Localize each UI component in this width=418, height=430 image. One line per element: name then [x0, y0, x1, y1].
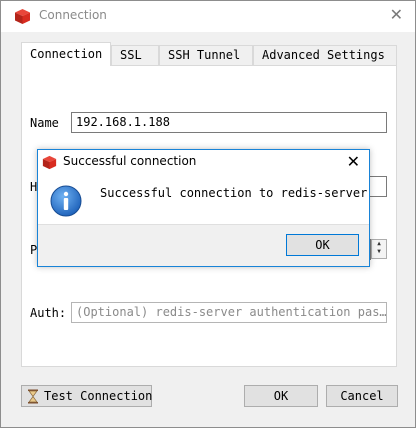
dialog-title: Successful connection [63, 154, 197, 168]
success-dialog: Successful connection ✕ Successful conne… [37, 149, 370, 267]
auth-input[interactable]: (Optional) redis-server authentication p… [71, 302, 387, 323]
port-spinner[interactable]: ▲ ▼ [371, 239, 387, 259]
tab-label: Advanced Settings [262, 48, 385, 62]
dialog-ok-label: OK [315, 238, 330, 252]
auth-label: Auth: [30, 306, 67, 320]
tab-label: SSH Tunnel [168, 48, 241, 62]
close-icon[interactable]: ✕ [390, 7, 403, 23]
title-bar: Connection ✕ [1, 1, 415, 32]
name-label: Name [30, 116, 59, 130]
tab-ssh-tunnel[interactable]: SSH Tunnel [159, 45, 253, 65]
hourglass-icon [28, 389, 38, 404]
ok-button-label: OK [273, 389, 289, 403]
tab-label: SSL [120, 48, 142, 62]
info-icon [50, 185, 82, 217]
tab-label: Connection [30, 47, 103, 61]
tab-connection[interactable]: Connection [21, 42, 111, 66]
dialog-message: Successful connection to redis-server [100, 186, 368, 200]
redis-cube-icon [15, 9, 30, 24]
tab-ssl[interactable]: SSL [111, 45, 159, 65]
dialog-close-icon[interactable]: ✕ [347, 152, 360, 171]
window-title: Connection [39, 8, 107, 22]
cancel-button[interactable]: Cancel [326, 385, 398, 407]
name-input[interactable]: 192.168.1.188 [71, 112, 387, 133]
test-connection-label: Test Connection [44, 389, 153, 403]
cancel-button-label: Cancel [340, 389, 384, 403]
ok-button[interactable]: OK [244, 385, 318, 407]
tab-advanced-settings[interactable]: Advanced Settings [253, 45, 397, 65]
redis-cube-icon [42, 155, 57, 170]
dialog-ok-button[interactable]: OK [286, 234, 359, 256]
test-connection-button[interactable]: Test Connection [21, 385, 152, 407]
dialog-footer: OK [38, 224, 369, 266]
